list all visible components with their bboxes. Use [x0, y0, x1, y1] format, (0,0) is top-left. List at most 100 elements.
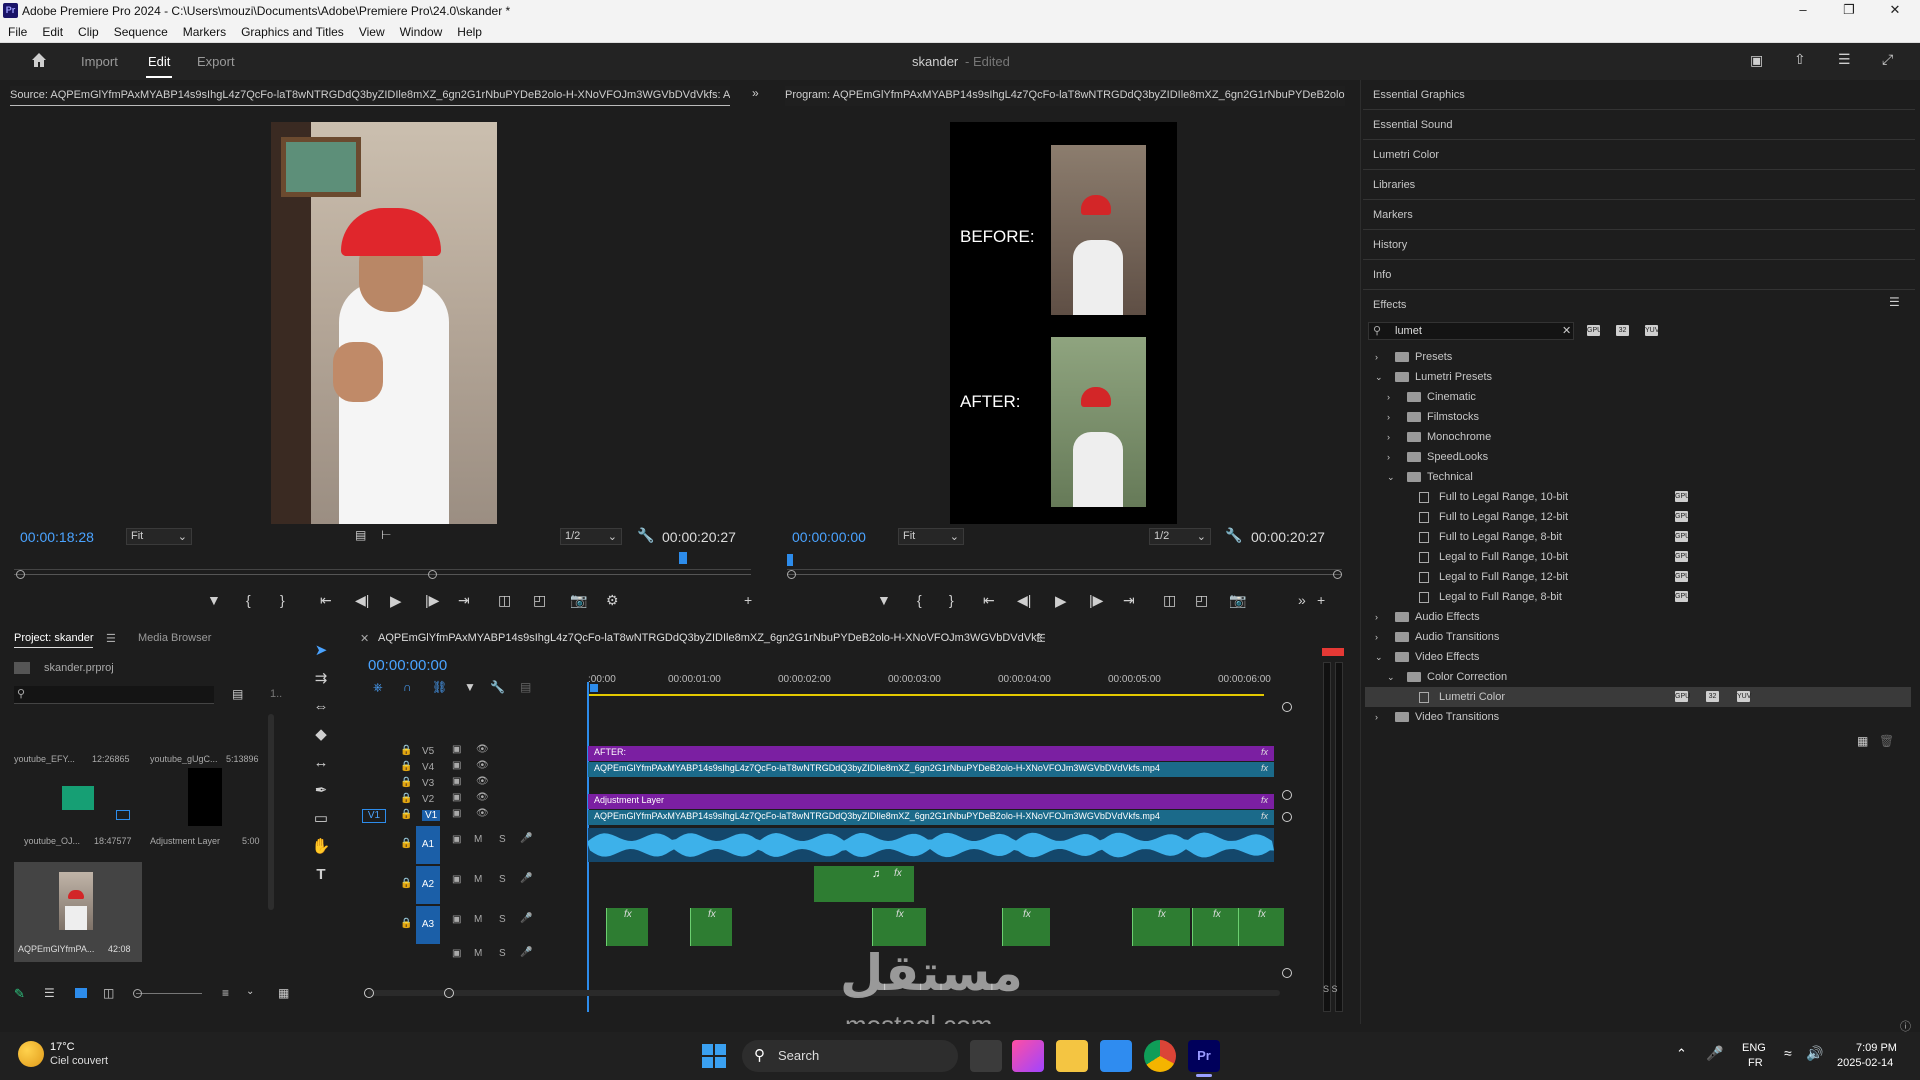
source-patch-v1[interactable]: V1 — [362, 809, 386, 823]
program-add-button-icon[interactable]: + — [1317, 592, 1325, 608]
chevron-right-icon[interactable]: › — [1387, 387, 1390, 407]
list-view-icon[interactable]: ☰ — [44, 986, 55, 1000]
effects-folder[interactable]: › Audio Effects — [1365, 607, 1911, 627]
wifi-icon[interactable]: ≈ — [1784, 1045, 1792, 1061]
eye-icon[interactable]: 👁 — [476, 808, 489, 819]
chevron-right-icon[interactable]: › — [1375, 627, 1378, 647]
volume-icon[interactable]: 🔊 — [1806, 1045, 1823, 1062]
lift-icon[interactable]: ◫ — [1163, 592, 1176, 609]
meter-solo-labels[interactable]: S S — [1323, 984, 1338, 994]
audio-clip-a3[interactable]: fx — [1002, 908, 1050, 946]
clock-time[interactable]: 7:09 PM — [1856, 1042, 1897, 1054]
program-settings-wrench-icon[interactable]: 🔧 — [1225, 527, 1242, 544]
nest-icon[interactable]: ⎈ — [373, 680, 383, 695]
solo-button[interactable]: S — [499, 874, 506, 885]
project-item-selected[interactable]: AQPEmGlYfmPA... 42:08 — [14, 862, 142, 962]
close-icon[interactable]: ✕ — [1872, 0, 1918, 22]
clip-video-v4[interactable]: AQPEmGlYfmPAxMYABP14s9sIhgL4z7QcFo-laT8w… — [588, 762, 1274, 777]
effects-menu-icon[interactable]: ☰ — [1889, 295, 1900, 309]
microphone-icon[interactable]: 🎤 — [1706, 1045, 1723, 1062]
effects-preset[interactable]: Full to Legal Range, 10-bit GPU — [1365, 487, 1911, 507]
chevron-right-icon[interactable]: › — [1375, 707, 1378, 727]
automate-to-sequence-icon[interactable]: ▦ — [278, 986, 289, 1000]
track-label[interactable]: V2 — [422, 794, 434, 805]
track-lock-icon[interactable]: 🔒 — [400, 745, 412, 756]
safe-margins-icon[interactable]: ▤ — [355, 528, 366, 542]
effects-folder[interactable]: ⌄ Color Correction — [1365, 667, 1911, 687]
voiceover-mic-icon[interactable]: 🎤 — [520, 913, 532, 924]
microsoft-store-icon[interactable] — [1100, 1040, 1132, 1072]
go-to-in-icon[interactable]: ⇤ — [320, 592, 332, 609]
menu-window[interactable]: Window — [392, 22, 450, 39]
source-playhead[interactable] — [679, 552, 687, 564]
solo-button[interactable]: S — [499, 948, 506, 959]
effects-folder[interactable]: › Cinematic — [1365, 387, 1911, 407]
sync-lock-icon[interactable]: ▣ — [452, 792, 461, 803]
timeline-ruler[interactable]: :00:00 00:00:01:00 00:00:02:00 00:00:03:00 0… — [588, 664, 1274, 702]
add-marker-icon[interactable]: ▼ — [207, 592, 221, 608]
menu-markers[interactable]: Markers — [175, 22, 233, 39]
source-time-ruler[interactable] — [14, 550, 751, 570]
program-add-marker-icon[interactable]: ▼ — [877, 592, 891, 608]
program-zoom-handle-right[interactable] — [1333, 570, 1342, 579]
sync-lock-icon[interactable]: ▣ — [452, 834, 461, 845]
solo-button[interactable]: S — [499, 914, 506, 925]
language-secondary[interactable]: FR — [1748, 1057, 1763, 1069]
sync-lock-icon[interactable]: ▣ — [452, 744, 461, 755]
source-resolution-dropdown[interactable]: 1/2 ⌄ — [560, 528, 622, 545]
file-explorer-icon[interactable] — [1056, 1040, 1088, 1072]
write-protect-icon[interactable]: ✎ — [14, 986, 25, 1002]
work-area-bar[interactable] — [588, 694, 1264, 696]
overwrite-icon[interactable]: ◰ — [533, 592, 546, 609]
effects-preset[interactable]: Legal to Full Range, 12-bit GPU — [1365, 567, 1911, 587]
sync-lock-icon[interactable]: ▣ — [452, 808, 461, 819]
selection-tool-icon[interactable]: ➤ — [310, 640, 332, 662]
task-view-icon[interactable] — [970, 1040, 1002, 1072]
tab-edit[interactable]: Edit — [148, 54, 170, 69]
quick-export-icon[interactable]: ▣ — [1750, 52, 1763, 69]
program-timecode[interactable]: 00:00:00:00 — [792, 529, 866, 545]
mark-in-icon[interactable]: { — [246, 592, 251, 608]
clock-date[interactable]: 2025-02-14 — [1837, 1057, 1893, 1069]
program-zoom-handle-left[interactable] — [787, 570, 796, 579]
track-select-tool-icon[interactable]: ⇉ — [310, 668, 332, 690]
program-step-forward-icon[interactable]: |▶ — [1089, 592, 1103, 609]
sync-lock-icon[interactable]: ▣ — [452, 874, 461, 885]
premiere-taskbar-icon[interactable]: Pr — [1188, 1040, 1220, 1072]
chevron-right-icon[interactable]: › — [1387, 447, 1390, 467]
menu-help[interactable]: Help — [449, 22, 489, 39]
track-label[interactable]: A1 — [416, 826, 440, 864]
tab-media-browser[interactable]: Media Browser — [138, 632, 211, 644]
effects-preset[interactable]: Legal to Full Range, 10-bit GPU — [1365, 547, 1911, 567]
source-fit-dropdown[interactable]: Fit ⌄ — [126, 528, 192, 545]
mute-button[interactable]: M — [474, 948, 482, 959]
type-tool-icon[interactable]: T — [310, 864, 332, 886]
extract-icon[interactable]: ◰ — [1195, 592, 1208, 609]
chevron-down-icon[interactable]: ⌄ — [1375, 647, 1383, 667]
program-export-frame-icon[interactable]: 📷 — [1229, 592, 1246, 609]
program-monitor-title[interactable]: Program: AQPEmGlYfmPAxMYABP14s9sIhgL4z7Q… — [785, 86, 1345, 106]
clip-adjustment-layer[interactable]: Adjustment Layer fx — [588, 794, 1274, 809]
program-mark-out-icon[interactable]: } — [949, 592, 954, 608]
audio-clip-a3[interactable]: fx — [1192, 908, 1240, 946]
menu-graphics-and-titles[interactable]: Graphics and Titles — [233, 22, 351, 39]
audio-clip-a3[interactable]: fx — [1132, 908, 1190, 946]
tab-project[interactable]: Project: skander — [14, 632, 94, 648]
solo-button[interactable]: S — [499, 834, 506, 845]
project-scrollbar[interactable] — [268, 714, 274, 910]
rectangle-tool-icon[interactable]: ▭ — [310, 808, 332, 830]
program-overflow-icon[interactable]: » — [1298, 592, 1306, 608]
effects-folder[interactable]: › Filmstocks — [1365, 407, 1911, 427]
track-lock-icon[interactable]: 🔒 — [400, 809, 412, 820]
effects-folder[interactable]: › Monochrome — [1365, 427, 1911, 447]
home-icon[interactable] — [30, 51, 48, 69]
track-lock-icon[interactable]: 🔒 — [400, 878, 412, 889]
menu-view[interactable]: View — [351, 22, 392, 39]
audio-clip-a2[interactable]: ♫ fx — [814, 866, 914, 902]
playhead-handle[interactable] — [590, 684, 598, 692]
eye-icon[interactable]: 👁 — [476, 744, 489, 755]
settings-icon[interactable]: ⚙ — [606, 592, 619, 609]
zoom-handle-left[interactable] — [16, 570, 25, 579]
clip-indicator[interactable] — [1322, 648, 1344, 656]
share-icon[interactable]: ⇧ — [1794, 51, 1806, 68]
